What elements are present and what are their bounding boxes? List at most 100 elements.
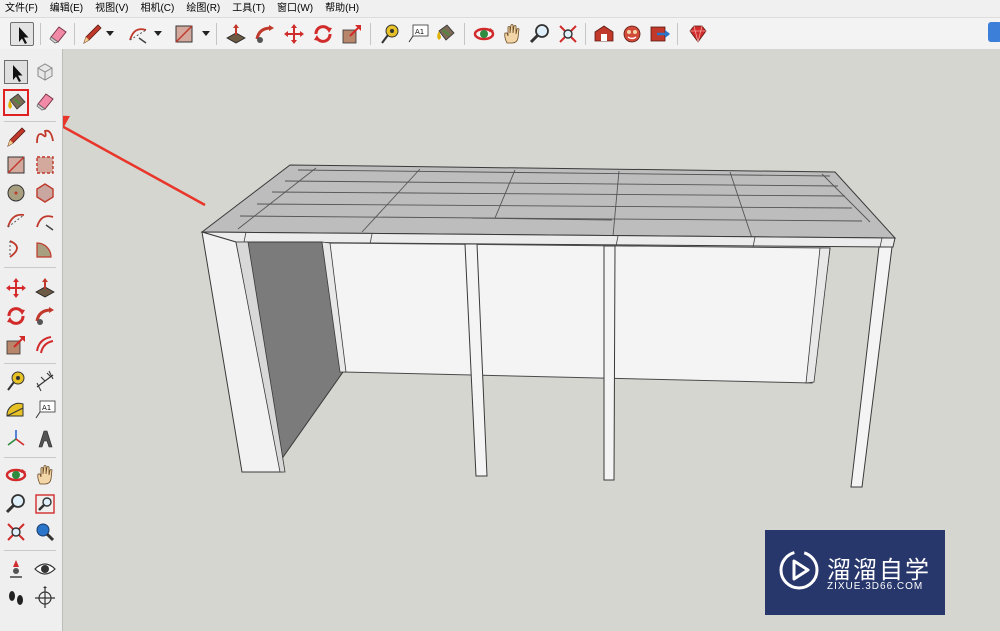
rotate-tool-button[interactable] [311, 22, 335, 46]
arc-dropdown-arrow[interactable] [154, 31, 162, 36]
toolbar-separator [677, 23, 678, 45]
watermark-badge: 溜溜自学 ZIXUE.3D66.COM [765, 530, 945, 615]
line-tool-button[interactable] [80, 22, 104, 46]
polygon-icon [36, 183, 54, 203]
palette-pan-button[interactable] [33, 463, 57, 487]
palette-protractor-button[interactable] [4, 398, 28, 422]
select-arrow-icon [19, 27, 29, 44]
zoom-extents-button[interactable] [556, 22, 580, 46]
select-arrow-icon [13, 65, 23, 82]
paint-bucket-tool-button[interactable] [434, 22, 458, 46]
palette-select-button[interactable] [4, 60, 28, 84]
dimension-icon [36, 370, 54, 392]
palette-previous-view-button[interactable] [33, 520, 57, 544]
follow-me-icon [255, 25, 274, 43]
pan-tool-button[interactable] [500, 22, 524, 46]
palette-position-camera-button[interactable] [4, 557, 28, 581]
warehouse-button[interactable] [592, 22, 616, 46]
text-label-icon: A1 [35, 400, 56, 419]
3d-text-icon [38, 430, 53, 448]
palette-freehand-button[interactable] [33, 125, 57, 149]
push-pull-tool-button[interactable] [224, 22, 248, 46]
rectangle-icon [175, 25, 193, 43]
palette-orbit-button[interactable] [4, 463, 28, 487]
components-button[interactable] [620, 22, 644, 46]
orbit-tool-button[interactable] [472, 22, 496, 46]
extension-warehouse-button[interactable] [686, 22, 710, 46]
three-point-arc-icon [9, 240, 18, 258]
arc-icon [129, 28, 147, 44]
palette-move-button[interactable] [4, 276, 28, 300]
palette-2pt-arc-button[interactable] [33, 209, 57, 233]
hand-pan-icon [37, 465, 53, 485]
palette-follow-me-button[interactable] [33, 304, 57, 328]
share-model-icon [650, 26, 670, 42]
menu-view[interactable]: 视图(V) [90, 0, 135, 17]
menu-bar: 文件(F) 编辑(E) 视图(V) 相机(C) 绘图(R) 工具(T) 窗口(W… [0, 0, 1000, 17]
scale-icon [6, 336, 25, 355]
palette-eraser-button[interactable] [33, 89, 57, 113]
menu-tools[interactable]: 工具(T) [227, 0, 272, 17]
text-tool-button[interactable]: A1 [406, 22, 430, 46]
palette-3d-text-button[interactable] [33, 427, 57, 451]
toolbar-separator [40, 23, 41, 45]
freehand-icon [36, 129, 54, 144]
palette-rotate-button[interactable] [4, 304, 28, 328]
eraser-icon [49, 26, 67, 44]
palette-look-around-button[interactable] [33, 557, 57, 581]
palette-line-button[interactable] [4, 125, 28, 149]
palette-zoom-extents-button[interactable] [4, 520, 28, 544]
palette-axes-button[interactable] [4, 427, 28, 451]
palette-offset-button[interactable] [33, 333, 57, 357]
palette-dimension-button[interactable] [33, 369, 57, 393]
arc-tool-button[interactable] [126, 22, 150, 46]
palette-zoom-button[interactable] [4, 492, 28, 516]
rotate-icon [7, 307, 25, 325]
palette-push-pull-button[interactable] [33, 276, 57, 300]
rectangle-dropdown-arrow[interactable] [202, 31, 210, 36]
menu-camera[interactable]: 相机(C) [135, 0, 181, 17]
eraser-tool-button[interactable] [46, 22, 70, 46]
palette-rotated-rectangle-button[interactable] [33, 153, 57, 177]
palette-text-button[interactable]: A1 [33, 398, 57, 422]
palette-zoom-window-button[interactable] [33, 492, 57, 516]
palette-tape-measure-button[interactable] [4, 369, 28, 393]
ruby-gem-icon [689, 25, 707, 43]
palette-polygon-button[interactable] [33, 181, 57, 205]
pencil-icon [83, 24, 102, 44]
front-leg-right [850, 246, 893, 488]
menu-window[interactable]: 窗口(W) [272, 0, 320, 17]
tape-measure-tool-button[interactable] [378, 22, 402, 46]
palette-component-button[interactable] [33, 60, 57, 84]
orbit-icon [473, 27, 495, 41]
move-tool-button[interactable] [282, 22, 306, 46]
eye-icon [34, 563, 56, 575]
palette-rectangle-button[interactable] [4, 153, 28, 177]
select-tool-button[interactable] [10, 22, 34, 46]
zoom-tool-button[interactable] [528, 22, 552, 46]
orbit-icon [5, 468, 27, 482]
push-pull-icon [226, 24, 246, 44]
paint-bucket-icon [8, 93, 26, 110]
hand-pan-icon [504, 24, 520, 44]
palette-section-plane-button[interactable] [33, 586, 57, 610]
rectangle-tool-button[interactable] [172, 22, 196, 46]
follow-me-tool-button[interactable] [253, 22, 277, 46]
menu-help[interactable]: 帮助(H) [320, 0, 366, 17]
menu-edit[interactable]: 编辑(E) [45, 0, 90, 17]
palette-separator [4, 121, 56, 122]
palette-circle-button[interactable] [4, 181, 28, 205]
share-model-button[interactable] [648, 22, 672, 46]
palette-walk-button[interactable] [4, 586, 28, 610]
palette-pie-button[interactable] [33, 237, 57, 261]
palette-3pt-arc-button[interactable] [4, 237, 28, 261]
line-dropdown-arrow[interactable] [106, 31, 114, 36]
menu-file[interactable]: 文件(F) [0, 0, 45, 17]
previous-view-icon [36, 523, 55, 542]
account-icon[interactable] [988, 22, 1000, 42]
scale-tool-button[interactable] [340, 22, 364, 46]
palette-paint-bucket-button[interactable] [3, 89, 29, 116]
palette-arc-button[interactable] [4, 209, 28, 233]
palette-scale-button[interactable] [4, 333, 28, 357]
menu-draw[interactable]: 绘图(R) [181, 0, 227, 17]
